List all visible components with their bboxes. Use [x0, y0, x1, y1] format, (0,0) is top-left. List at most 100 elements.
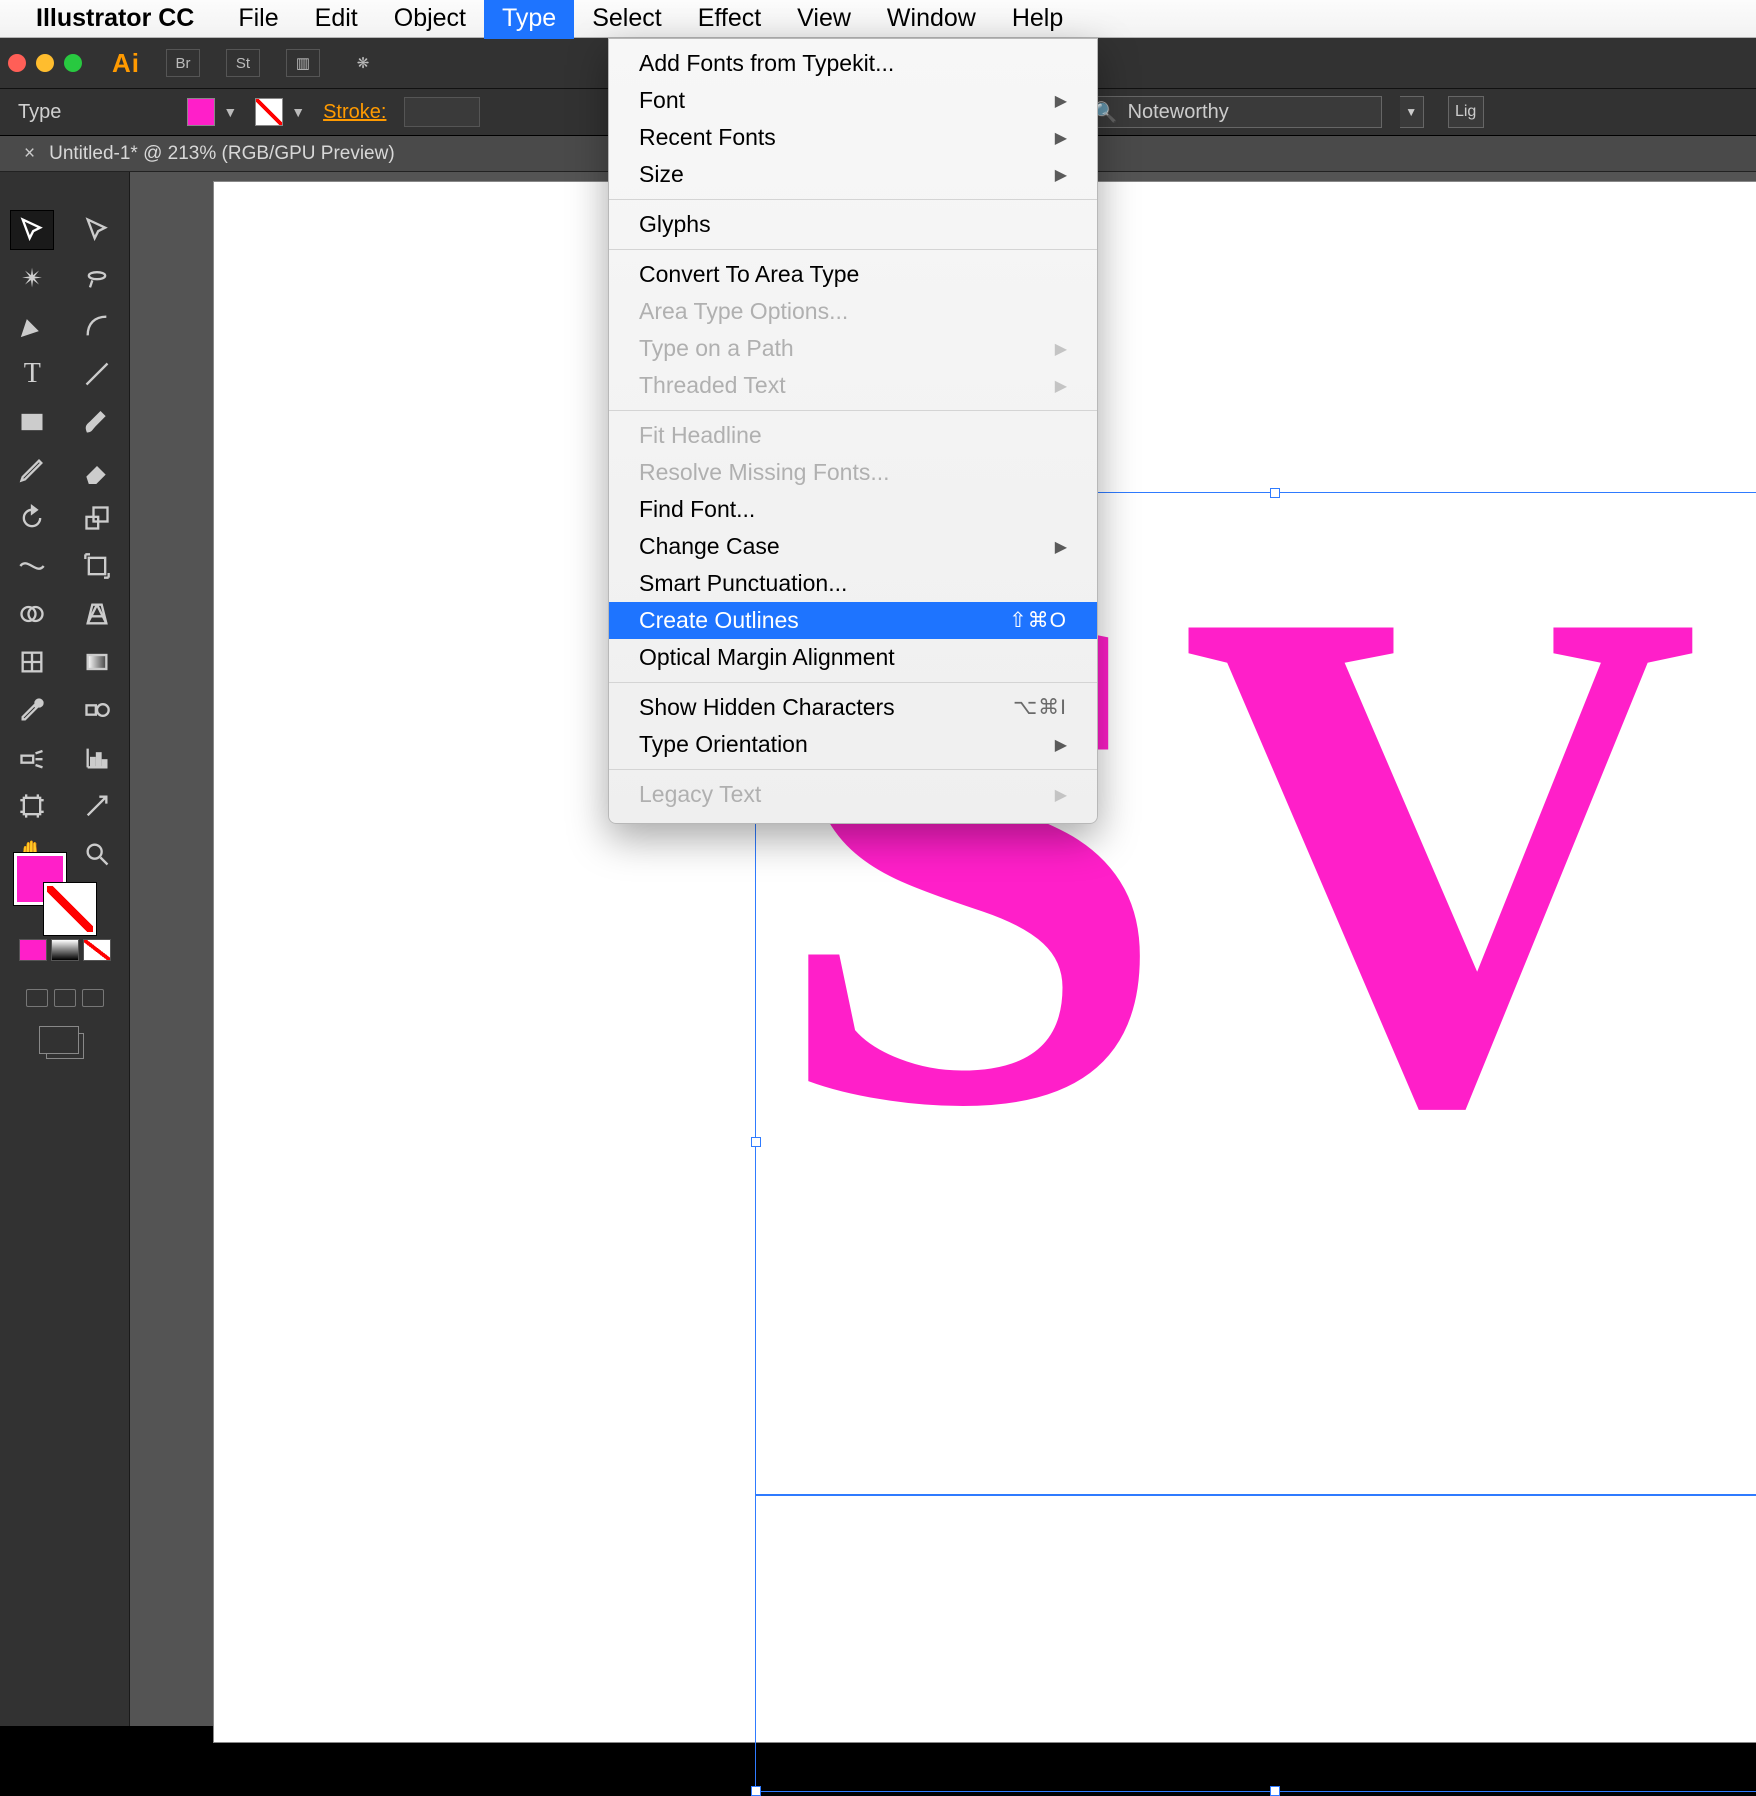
menu-item-label: Smart Punctuation... — [639, 570, 847, 597]
symbol-sprayer-tool-icon[interactable] — [10, 738, 54, 778]
submenu-arrow-icon: ▶ — [1055, 735, 1067, 755]
menu-edit[interactable]: Edit — [297, 0, 376, 39]
draw-normal-icon[interactable] — [26, 989, 48, 1007]
resize-handle[interactable] — [1270, 1786, 1280, 1796]
stock-icon[interactable]: St — [226, 49, 260, 77]
blend-tool-icon[interactable] — [75, 690, 119, 730]
menu-item-convert-to-area-type[interactable]: Convert To Area Type — [609, 256, 1097, 293]
selection-tool-icon[interactable] — [10, 210, 54, 250]
fill-swatch[interactable] — [187, 98, 215, 126]
resize-handle[interactable] — [1270, 488, 1280, 498]
stroke-swatch[interactable] — [255, 98, 283, 126]
submenu-arrow-icon: ▶ — [1055, 376, 1067, 396]
eyedropper-tool-icon[interactable] — [10, 690, 54, 730]
pen-tool-icon[interactable] — [10, 306, 54, 346]
window-minimize-button[interactable] — [36, 54, 54, 72]
window-close-button[interactable] — [8, 54, 26, 72]
perspective-tool-icon[interactable] — [75, 594, 119, 634]
stroke-panel-link[interactable]: Stroke: — [323, 101, 386, 124]
draw-inside-icon[interactable] — [82, 989, 104, 1007]
mesh-tool-icon[interactable] — [10, 642, 54, 682]
menu-help[interactable]: Help — [994, 0, 1081, 39]
paintbrush-tool-icon[interactable] — [75, 402, 119, 442]
menu-object[interactable]: Object — [376, 0, 484, 39]
font-style-dropdown[interactable]: Lig — [1448, 96, 1484, 128]
fill-dropdown-icon[interactable]: ▼ — [223, 104, 237, 120]
gradient-tool-icon[interactable] — [75, 642, 119, 682]
menu-item-size[interactable]: Size▶ — [609, 156, 1097, 193]
gpu-icon[interactable]: ❋ — [346, 49, 380, 77]
color-mode-none-icon[interactable] — [83, 939, 111, 961]
illustrator-logo-icon: Ai — [112, 48, 140, 79]
rotate-tool-icon[interactable] — [10, 498, 54, 538]
menu-item-area-type-options: Area Type Options... — [609, 293, 1097, 330]
window-zoom-button[interactable] — [64, 54, 82, 72]
draw-mode-row — [26, 983, 104, 1013]
menu-item-create-outlines[interactable]: Create Outlines⇧⌘O — [609, 602, 1097, 639]
rectangle-tool-icon[interactable] — [10, 402, 54, 442]
menu-item-label: Threaded Text — [639, 372, 786, 399]
menu-item-label: Show Hidden Characters — [639, 694, 895, 721]
menu-item-label: Legacy Text — [639, 781, 761, 808]
menu-window[interactable]: Window — [869, 0, 994, 39]
menu-item-smart-punctuation[interactable]: Smart Punctuation... — [609, 565, 1097, 602]
curvature-tool-icon[interactable] — [75, 306, 119, 346]
submenu-arrow-icon: ▶ — [1055, 339, 1067, 359]
menu-item-glyphs[interactable]: Glyphs — [609, 206, 1097, 243]
menu-select[interactable]: Select — [574, 0, 679, 39]
menu-item-add-fonts-from-typekit[interactable]: Add Fonts from Typekit... — [609, 45, 1097, 82]
menu-item-label: Recent Fonts — [639, 124, 776, 151]
menu-item-recent-fonts[interactable]: Recent Fonts▶ — [609, 119, 1097, 156]
font-family-dropdown[interactable]: 🔍 Noteworthy — [1082, 96, 1382, 128]
menu-item-legacy-text: Legacy Text▶ — [609, 776, 1097, 813]
stroke-dropdown-icon[interactable]: ▼ — [291, 104, 305, 120]
text-baseline — [755, 1494, 1756, 1496]
menu-type[interactable]: Type — [484, 0, 574, 39]
graph-tool-icon[interactable] — [75, 738, 119, 778]
screen-mode-icon[interactable] — [46, 1026, 84, 1066]
menu-item-label: Optical Margin Alignment — [639, 644, 895, 671]
arrange-documents-icon[interactable]: ▥ — [286, 49, 320, 77]
resize-handle[interactable] — [751, 1137, 761, 1147]
menu-item-label: Font — [639, 87, 685, 114]
menu-item-find-font[interactable]: Find Font... — [609, 491, 1097, 528]
stroke-weight-field[interactable] — [404, 97, 480, 127]
type-tool-icon[interactable]: T — [10, 354, 54, 394]
resize-handle[interactable] — [751, 1786, 761, 1796]
artboard-tool-icon[interactable] — [10, 786, 54, 826]
mac-menu-bar: Illustrator CC File Edit Object Type Sel… — [0, 0, 1756, 38]
width-tool-icon[interactable] — [10, 546, 54, 586]
close-tab-icon[interactable]: × — [24, 143, 35, 165]
menu-item-change-case[interactable]: Change Case ▶ — [609, 528, 1097, 565]
menu-item-label: Resolve Missing Fonts... — [639, 459, 890, 486]
magic-wand-tool-icon[interactable]: ✴ — [10, 258, 54, 298]
document-tab-title[interactable]: Untitled-1* @ 213% (RGB/GPU Preview) — [49, 143, 395, 165]
font-family-caret-icon[interactable]: ▼ — [1400, 96, 1424, 128]
menu-item-optical-margin-alignment[interactable]: Optical Margin Alignment — [609, 639, 1097, 676]
menu-item-show-hidden-characters[interactable]: Show Hidden Characters⌥⌘I — [609, 689, 1097, 726]
menu-effect[interactable]: Effect — [680, 0, 779, 39]
menu-item-label: Convert To Area Type — [639, 261, 859, 288]
line-tool-icon[interactable] — [75, 354, 119, 394]
lasso-tool-icon[interactable] — [75, 258, 119, 298]
bridge-icon[interactable]: Br — [166, 49, 200, 77]
free-transform-tool-icon[interactable] — [75, 546, 119, 586]
submenu-arrow-icon: ▶ — [1055, 537, 1067, 557]
menu-item-label: Add Fonts from Typekit... — [639, 50, 894, 77]
menu-item-label: Glyphs — [639, 211, 711, 238]
menu-item-label: Size — [639, 161, 684, 188]
shape-builder-tool-icon[interactable] — [10, 594, 54, 634]
slice-tool-icon[interactable] — [75, 786, 119, 826]
pencil-tool-icon[interactable] — [10, 450, 54, 490]
scale-tool-icon[interactable] — [75, 498, 119, 538]
direct-selection-tool-icon[interactable] — [75, 210, 119, 250]
draw-behind-icon[interactable] — [54, 989, 76, 1007]
eraser-tool-icon[interactable] — [75, 450, 119, 490]
menu-item-label: Create Outlines — [639, 607, 799, 634]
menu-item-label: Change Case — [639, 533, 780, 560]
menu-item-type-orientation[interactable]: Type Orientation▶ — [609, 726, 1097, 763]
menu-view[interactable]: View — [779, 0, 869, 39]
menu-item-font[interactable]: Font▶ — [609, 82, 1097, 119]
stroke-color-icon[interactable] — [44, 883, 96, 935]
menu-file[interactable]: File — [220, 0, 296, 39]
